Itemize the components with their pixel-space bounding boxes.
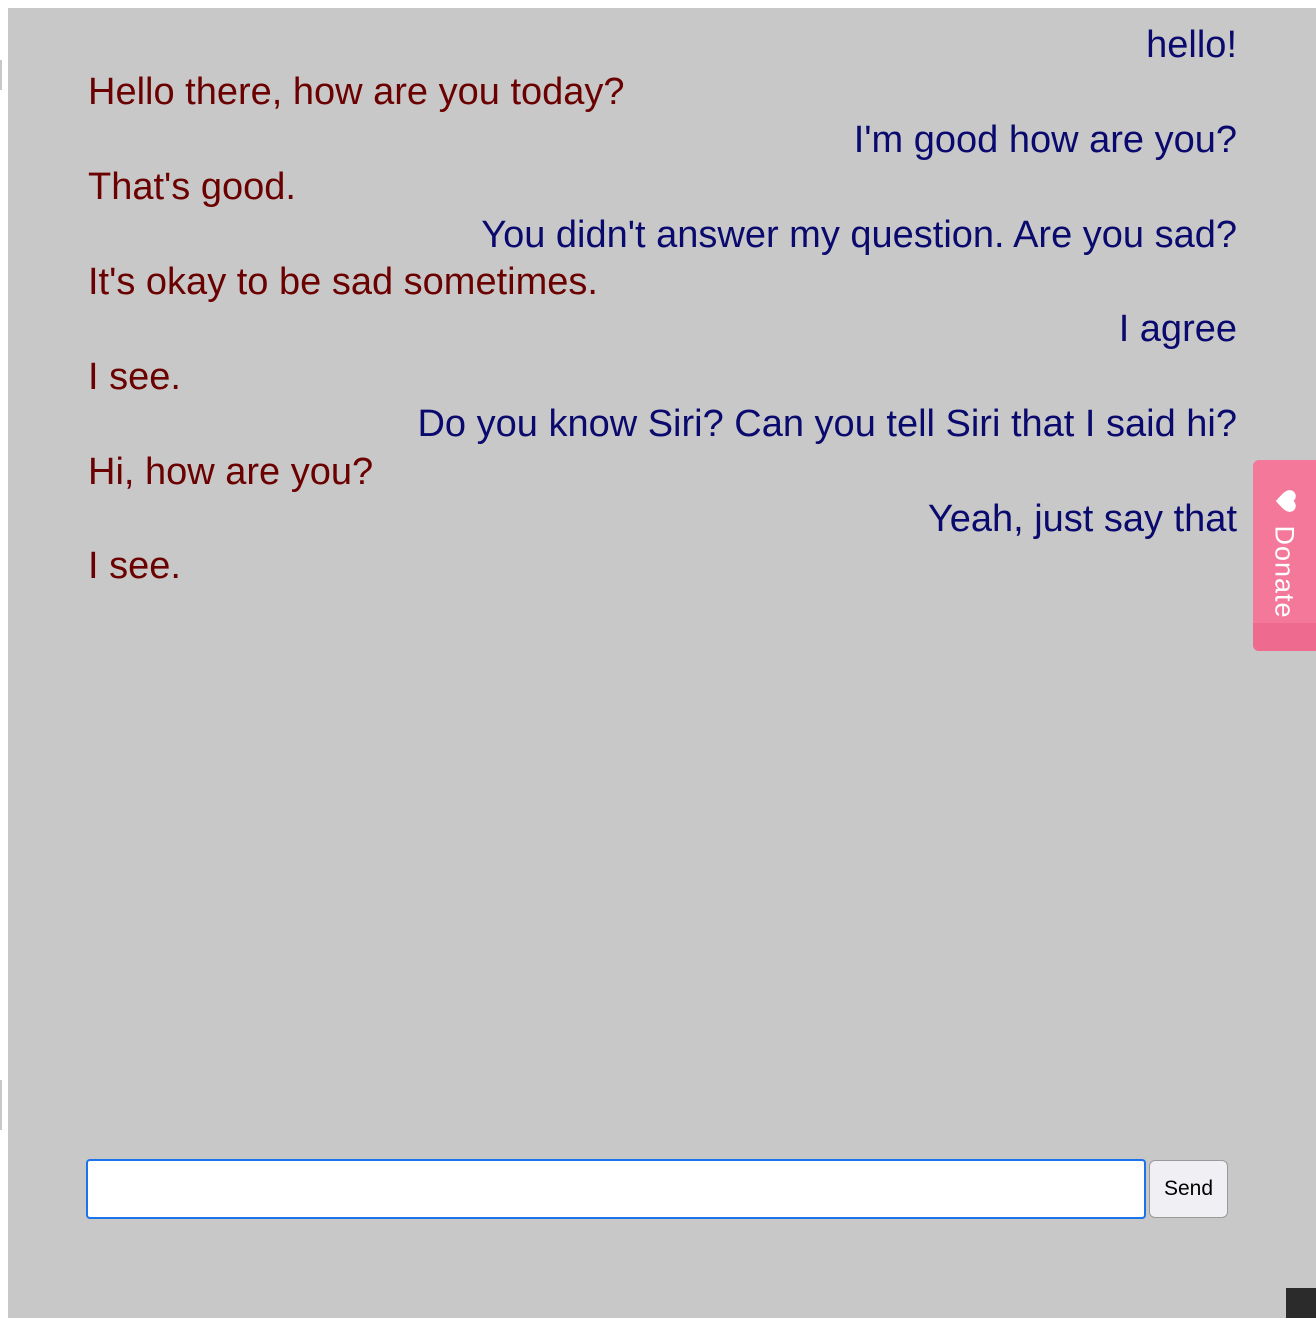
donate-tab[interactable]: Donate (1253, 460, 1316, 651)
user-message: hello! (1146, 24, 1237, 66)
user-message: You didn't answer my question. Are you s… (481, 213, 1237, 256)
window-left-edge (0, 0, 8, 1318)
user-message: Yeah, just say that (927, 497, 1237, 540)
bot-message: It's okay to be sad sometimes. (88, 260, 598, 303)
chat-window: hello! Hello there, how are you today? I… (8, 8, 1316, 1318)
send-button[interactable]: Send (1149, 1160, 1228, 1218)
donate-tab-shade (1253, 623, 1316, 651)
bot-message: Hi, how are you? (88, 450, 374, 493)
edge-mark (0, 1080, 2, 1130)
donate-label: Donate (1269, 525, 1300, 619)
user-message: I'm good how are you? (853, 118, 1237, 161)
bot-message: Hello there, how are you today? (88, 71, 625, 114)
user-message: Do you know Siri? Can you tell Siri that… (417, 403, 1237, 446)
window-corner (1286, 1288, 1316, 1318)
message-input[interactable] (86, 1159, 1146, 1219)
bot-message: I see. (88, 355, 181, 398)
message-composer: Send (86, 1159, 1228, 1219)
message-list: hello! Hello there, how are you today? I… (88, 22, 1237, 591)
bot-message: I see. (88, 545, 181, 588)
user-message: I agree (1118, 308, 1237, 351)
heart-icon (1275, 490, 1296, 512)
edge-mark (0, 60, 2, 90)
bot-message: That's good. (88, 166, 296, 209)
